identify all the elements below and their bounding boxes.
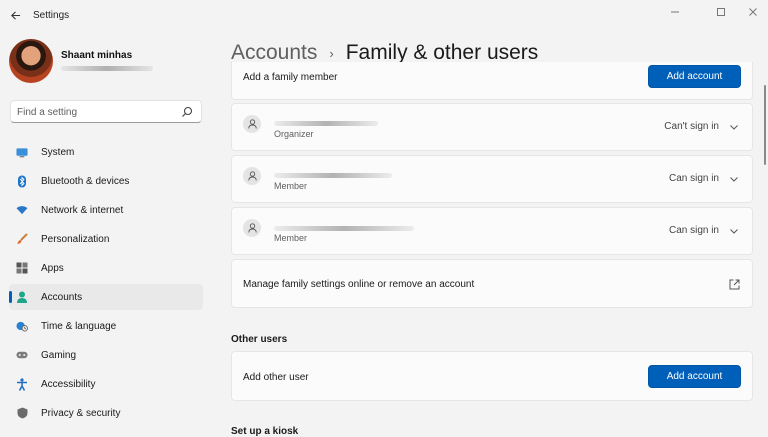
add-family-member-card: Add a family member Add account — [231, 62, 753, 100]
other-users-heading: Other users — [231, 334, 288, 345]
active-indicator — [9, 291, 12, 303]
search-icon[interactable] — [181, 106, 193, 118]
add-family-account-button[interactable]: Add account — [648, 65, 741, 88]
member-email-redacted — [274, 121, 378, 126]
sidebar-item-label: Apps — [41, 263, 64, 274]
manage-family-label: Manage family settings online or remove … — [243, 279, 475, 290]
sidebar-item-label: Personalization — [41, 234, 110, 245]
user-avatar-icon — [243, 115, 261, 133]
member-role: Member — [274, 181, 308, 191]
sign-in-status: Can't sign in — [664, 121, 719, 132]
sidebar-item-label: Bluetooth & devices — [41, 176, 130, 187]
close-icon — [749, 8, 757, 16]
sidebar-item-personalization[interactable]: Personalization — [9, 226, 203, 252]
sidebar-item-label: System — [41, 147, 75, 158]
shield-icon — [16, 407, 28, 419]
user-profile: Shaant minhas — [9, 39, 209, 85]
minimize-button[interactable] — [660, 2, 690, 22]
sign-in-status: Can sign in — [668, 173, 719, 184]
sign-in-status: Can sign in — [668, 225, 719, 236]
accessibility-icon — [16, 377, 28, 391]
family-member-row[interactable]: Organizer Can't sign in — [231, 103, 753, 151]
member-role: Member — [274, 233, 308, 243]
sidebar-item-system[interactable]: System — [9, 139, 203, 165]
profile-email-redacted — [61, 66, 153, 71]
sidebar-item-gaming[interactable]: Gaming — [9, 342, 203, 368]
paint-brush-icon — [16, 233, 28, 245]
sidebar-item-label: Accounts — [41, 292, 83, 303]
family-member-row[interactable]: Member Can sign in — [231, 207, 753, 255]
sidebar-item-privacy-security[interactable]: Privacy & security — [9, 400, 203, 426]
sidebar-item-bluetooth-devices[interactable]: Bluetooth & devices — [9, 168, 203, 194]
scrollbar[interactable] — [764, 85, 766, 165]
sidebar-item-label: Time & language — [41, 321, 117, 332]
back-arrow-icon — [10, 10, 20, 20]
minimize-icon — [671, 11, 679, 13]
profile-name: Shaant minhas — [61, 50, 133, 61]
add-other-user-card: Add other user Add account — [231, 351, 753, 401]
maximize-button[interactable] — [706, 2, 736, 22]
member-email-redacted — [274, 173, 392, 178]
external-link-icon — [729, 279, 740, 290]
sidebar-item-label: Accessibility — [41, 379, 96, 390]
sidebar-item-apps[interactable]: Apps — [9, 255, 203, 281]
member-role: Organizer — [274, 129, 314, 139]
user-avatar-icon — [243, 219, 261, 237]
sidebar-item-accounts[interactable]: Accounts — [9, 284, 203, 310]
chevron-down-icon[interactable] — [729, 226, 739, 236]
search-input[interactable] — [17, 105, 177, 119]
close-button[interactable] — [738, 2, 768, 22]
sidebar-item-label: Gaming — [41, 350, 77, 361]
breadcrumb-separator: › — [329, 45, 334, 61]
window-title: Settings — [33, 10, 70, 21]
manage-family-link[interactable]: Manage family settings online or remove … — [231, 259, 753, 308]
back-button[interactable] — [6, 6, 24, 24]
sidebar-item-label: Privacy & security — [41, 408, 121, 419]
apps-grid-icon — [16, 262, 28, 274]
avatar — [9, 39, 53, 83]
sidebar-item-label: Network & internet — [41, 205, 124, 216]
chevron-down-icon[interactable] — [729, 122, 739, 132]
chevron-down-icon[interactable] — [729, 174, 739, 184]
add-other-account-button[interactable]: Add account — [648, 365, 741, 388]
search-box[interactable] — [10, 100, 202, 123]
bluetooth-icon — [16, 175, 28, 187]
sidebar-nav: System Bluetooth & devices Network & int… — [9, 139, 203, 429]
sidebar-item-accessibility[interactable]: Accessibility — [9, 371, 203, 397]
kiosk-heading: Set up a kiosk — [231, 426, 299, 437]
gamepad-icon — [16, 349, 28, 361]
family-member-row[interactable]: Member Can sign in — [231, 155, 753, 203]
sidebar-item-time-language[interactable]: Time & language — [9, 313, 203, 339]
user-avatar-icon — [243, 167, 261, 185]
system-display-icon — [16, 146, 28, 158]
add-family-member-label: Add a family member — [243, 72, 338, 83]
wifi-icon — [16, 204, 28, 216]
globe-clock-icon — [16, 320, 28, 332]
sidebar-item-network-internet[interactable]: Network & internet — [9, 197, 203, 223]
person-icon — [16, 291, 28, 303]
maximize-icon — [717, 8, 725, 16]
member-email-redacted — [274, 226, 414, 231]
add-other-user-label: Add other user — [243, 372, 309, 383]
title-bar: Settings — [0, 0, 768, 30]
